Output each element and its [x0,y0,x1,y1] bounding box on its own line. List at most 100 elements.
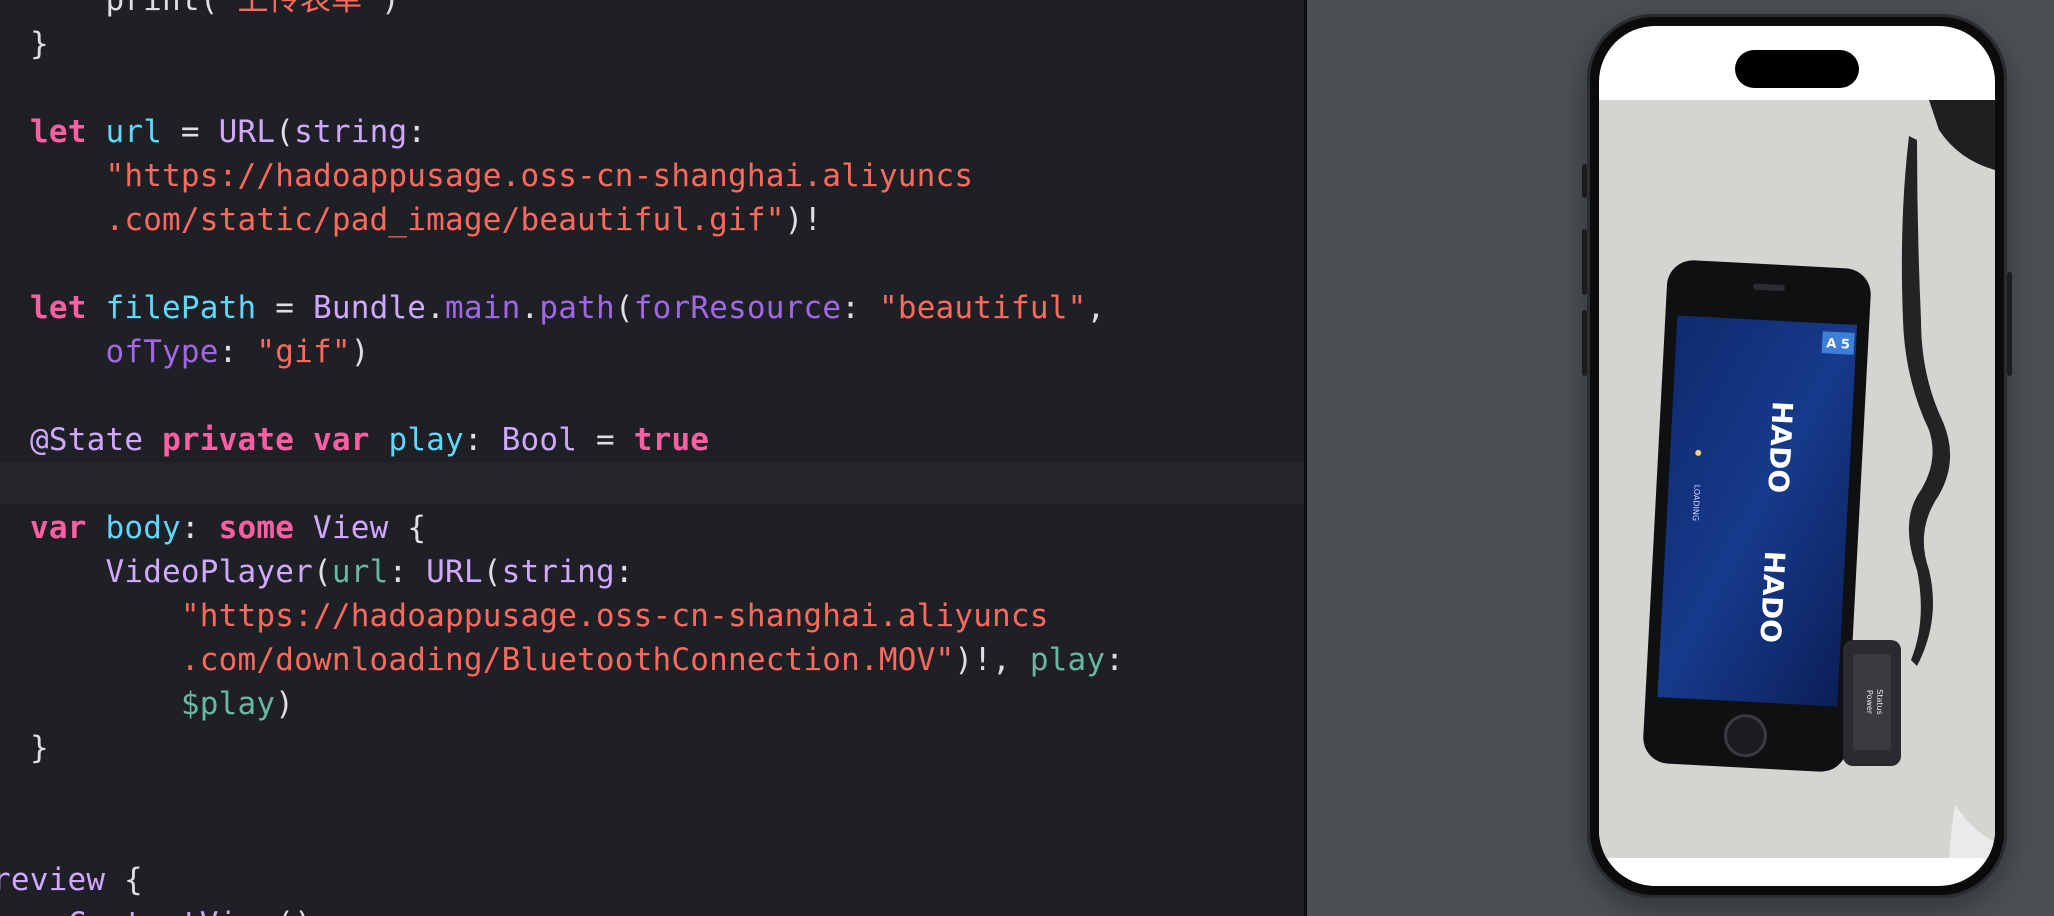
code-token: VideoPlayer [105,554,313,590]
code-token: : [218,334,257,370]
code-token: play [1029,642,1106,678]
code-line[interactable]: .com/static/pad_image/beautiful.gif")! [30,198,822,242]
code-token: : [614,554,634,590]
code-token: true [633,422,710,458]
code-token: ( [275,114,295,150]
dynamic-island [1735,50,1859,88]
code-token: } [30,730,49,766]
loading-label: LOADING [1691,484,1702,521]
code-token: () [275,906,313,916]
code-token: : [463,422,502,458]
video-player[interactable]: A 5 HADO HADO LOADING Power Status [1599,100,1995,858]
code-line[interactable]: } [30,726,49,770]
code-line[interactable]: var body: some View { [30,506,426,550]
code-token: 上传表单 [237,0,363,18]
code-token: View [313,510,389,546]
code-token: = [256,290,313,326]
code-token: var [312,422,370,458]
code-token: some [218,510,295,546]
code-token: play [388,422,464,458]
code-token: ofType [105,334,219,370]
code-line[interactable]: } [30,22,49,66]
code-token: Bool [501,422,578,458]
code-token: $play [180,686,276,722]
code-line[interactable]: .com/downloading/BluetoothConnection.MOV… [30,638,1124,682]
code-token: = [162,114,219,150]
code-token: body [105,510,181,546]
code-line[interactable]: "https://hadoappusage.oss-cn-shanghai.al… [30,594,1049,638]
sticker-label: A 5 [1826,336,1850,352]
code-token: )! [784,202,823,238]
volume-down-button [1582,310,1587,376]
code-token: "https://hadoappusage.oss-cn-shanghai.al… [105,158,974,194]
code-token: url [331,554,389,590]
code-token: . [520,290,540,326]
code-token: : [841,290,879,326]
code-token: string [501,554,615,590]
device-status-label: Status [1875,689,1884,715]
code-token: path [539,290,615,326]
code-line[interactable]: ofType: "gif") [30,330,370,374]
side-button [2007,272,2012,376]
code-token: { [388,510,427,546]
code-line[interactable]: VideoPlayer(url: URL(string: [30,550,634,594]
preview-canvas: A 5 HADO HADO LOADING Power Status [1307,0,2054,916]
code-token: . [426,290,446,326]
code-token: .com/downloading/BluetoothConnection.MOV… [180,642,955,678]
code-token: "https://hadoappusage.oss-cn-shanghai.al… [180,598,1049,634]
code-line[interactable]: let filePath = Bundle.main.path(forResou… [30,286,1105,330]
code-token: = [577,422,634,458]
iphone-device-frame: A 5 HADO HADO LOADING Power Status [1582,14,2012,898]
code-token: ") [362,0,401,18]
code-line[interactable]: @State private var play: Bool = true [30,418,709,462]
code-editor[interactable]: print("上传表单")} let url = URL(string: "htt… [0,0,1304,916]
code-line[interactable]: ContentView() [30,902,313,916]
volume-up-button [1582,229,1587,295]
code-line[interactable]: review { [0,858,143,902]
code-line[interactable]: print("上传表单") [30,0,400,22]
code-token: )!, [954,642,1030,678]
code-token: ( [482,554,502,590]
code-token: @State [30,422,144,458]
code-token: let [30,290,87,326]
code-token: ( [312,554,332,590]
code-token: ) [275,686,295,722]
code-token: filePath [105,290,257,326]
code-token: let [30,114,87,150]
code-line[interactable]: let url = URL(string: [30,110,426,154]
device-power-label: Power [1865,690,1874,715]
code-token: : [180,510,219,546]
phone-screen: A 5 HADO HADO LOADING Power Status [1599,26,1995,886]
hado-logo-top: HADO [1761,400,1799,494]
code-token: forResource [633,290,842,326]
code-line[interactable]: "https://hadoappusage.oss-cn-shanghai.al… [30,154,973,198]
code-token: : [407,114,427,150]
current-line-highlight [0,462,1304,504]
code-token: : [1105,642,1125,678]
action-button [1582,164,1587,198]
code-token: private [162,422,295,458]
code-token: : [388,554,427,590]
code-token: ( [614,290,634,326]
code-token: print(" [30,0,238,18]
code-line[interactable]: $play) [30,682,294,726]
code-token: review [0,862,106,898]
code-token: string [294,114,408,150]
hado-logo-bottom: HADO [1753,550,1791,644]
video-frame: A 5 HADO HADO LOADING Power Status [1599,100,1995,858]
code-token: "gif" [256,334,351,370]
code-token: main [445,290,521,326]
code-token: url [105,114,163,150]
